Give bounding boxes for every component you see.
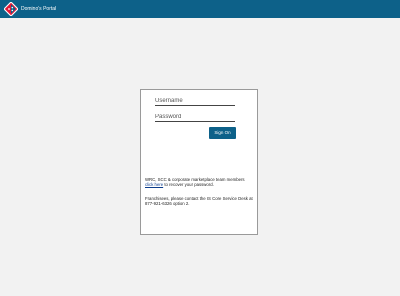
dominos-logo-icon[interactable] <box>4 2 18 16</box>
recover-password-note: WRC, SCC & corporate marketplace team me… <box>145 177 257 187</box>
password-input[interactable] <box>155 112 235 122</box>
sign-on-button[interactable]: Sign On <box>209 127 236 139</box>
top-header-bar: Domino's Portal <box>0 0 400 18</box>
login-card: Sign On WRC, SCC & corporate marketplace… <box>140 89 258 235</box>
franchisee-note: Franchisees, please contact the IS Core … <box>145 196 253 207</box>
app-title: Domino's Portal <box>21 6 57 12</box>
recover-password-link[interactable]: click here <box>145 182 163 187</box>
username-input[interactable] <box>155 96 235 106</box>
recover-note-suffix: to recover your password. <box>163 182 214 188</box>
